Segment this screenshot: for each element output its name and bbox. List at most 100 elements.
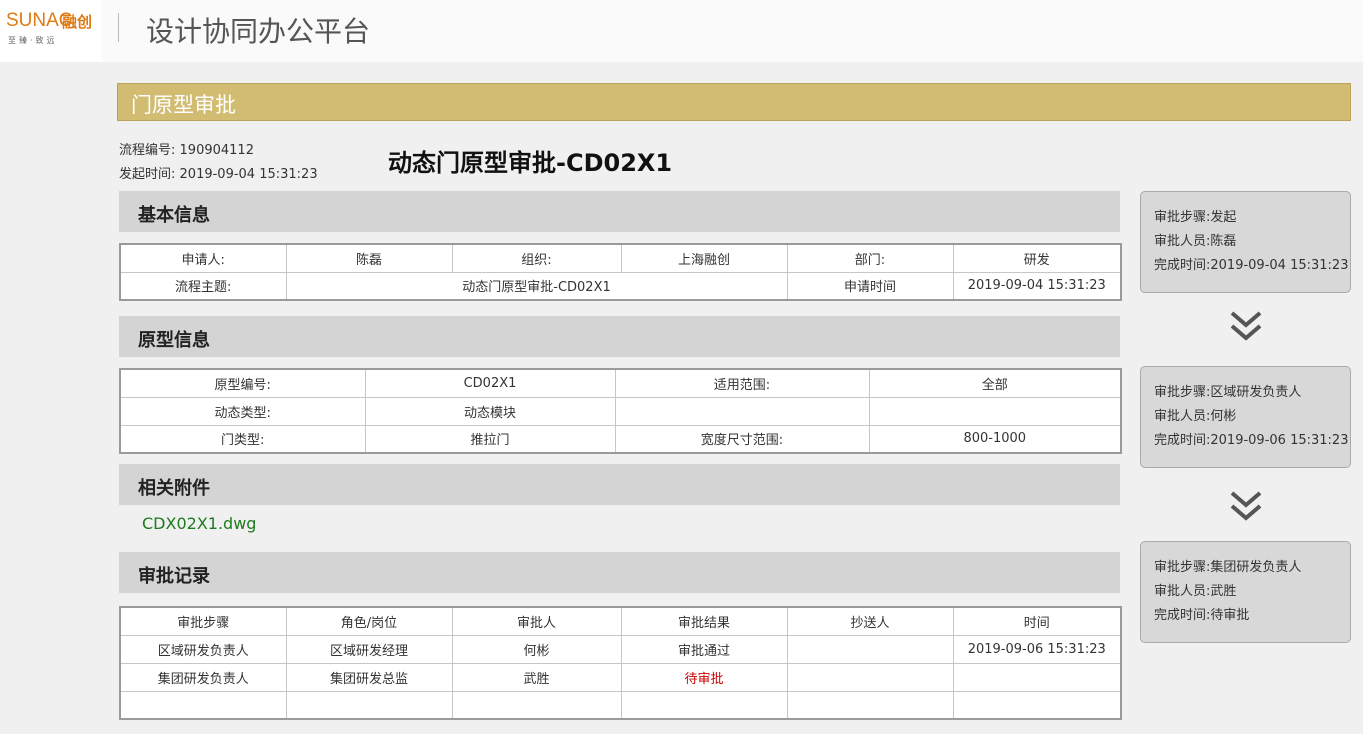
person-label: 审批人员: <box>1154 584 1211 599</box>
attachments-header: 相关附件 <box>119 464 1120 505</box>
dept-label: 部门: <box>786 243 954 273</box>
person-label: 审批人员: <box>1154 234 1211 249</box>
column-header: 角色/岗位 <box>285 606 453 636</box>
prototype-info-header: 原型信息 <box>119 316 1120 357</box>
table-row: 集团研发负责人 集团研发总监 武胜 待审批 <box>119 662 1122 692</box>
workflow-person-line: 审批人员:何彬 <box>1154 405 1350 429</box>
logo-slogan: 至臻·致远 <box>8 36 58 45</box>
record-time <box>952 662 1122 692</box>
column-header: 时间 <box>952 606 1122 636</box>
dynamic-type-value: 动态模块 <box>364 396 616 426</box>
workflow-step-line: 审批步骤:区域研发负责人 <box>1154 381 1350 405</box>
app-title: 设计协同办公平台 <box>146 15 371 48</box>
subject-label: 流程主题: <box>119 271 287 301</box>
step-label: 审批步骤: <box>1154 560 1211 575</box>
top-bar: SUNAC 融创 至臻·致远 设计协同办公平台 <box>0 0 1363 62</box>
step-value: 发起 <box>1210 210 1237 225</box>
empty-cell <box>285 690 453 720</box>
record-cc <box>786 634 954 664</box>
step-label: 审批步骤: <box>1154 385 1211 400</box>
time-value: 2019-09-04 15:31:23 <box>1210 258 1349 273</box>
person-value: 武胜 <box>1210 584 1237 599</box>
table-row: 门类型: 推拉门 宽度尺寸范围: 800-1000 <box>119 424 1122 454</box>
step-label: 审批步骤: <box>1154 210 1211 225</box>
dept-value: 研发 <box>952 243 1122 273</box>
basic-info-header: 基本信息 <box>119 191 1120 232</box>
approval-records-table: 审批步骤 角色/岗位 审批人 审批结果 抄送人 时间 区域研发负责人 区域研发经… <box>119 606 1122 720</box>
empty-cell <box>786 690 954 720</box>
workflow-step-card: 审批步骤:区域研发负责人 审批人员:何彬 完成时间:2019-09-06 15:… <box>1140 366 1351 468</box>
column-header: 审批人 <box>451 606 622 636</box>
double-chevron-down-icon <box>1230 491 1262 521</box>
workflow-step-line: 审批步骤:发起 <box>1154 206 1350 230</box>
person-label: 审批人员: <box>1154 409 1211 424</box>
start-time-label: 发起时间: <box>119 167 176 182</box>
table-row: 申请人: 陈磊 组织: 上海融创 部门: 研发 <box>119 243 1122 273</box>
scope-label: 适用范围: <box>614 368 870 398</box>
empty-cell <box>119 690 287 720</box>
applicant-value: 陈磊 <box>285 243 453 273</box>
workflow-time-line: 完成时间:2019-09-04 15:31:23 <box>1154 254 1350 278</box>
record-cc <box>786 662 954 692</box>
record-result-pending: 待审批 <box>620 662 788 692</box>
door-type-label: 门类型: <box>119 424 366 454</box>
workflow-time-line: 完成时间:2019-09-06 15:31:23 <box>1154 429 1350 453</box>
empty-cell <box>451 690 622 720</box>
dynamic-type-label: 动态类型: <box>119 396 366 426</box>
start-time-value: 2019-09-04 15:31:23 <box>179 167 318 182</box>
empty-cell <box>952 690 1122 720</box>
start-time: 发起时间: 2019-09-04 15:31:23 <box>119 163 318 182</box>
step-value: 集团研发负责人 <box>1210 560 1302 575</box>
record-result: 审批通过 <box>620 634 788 664</box>
workflow-person-line: 审批人员:武胜 <box>1154 580 1350 604</box>
table-row: 流程主题: 动态门原型审批-CD02X1 申请时间 2019-09-04 15:… <box>119 271 1122 301</box>
empty-cell <box>614 396 870 426</box>
time-label: 完成时间: <box>1154 608 1211 623</box>
logo-text-cn: 融创 <box>62 13 93 31</box>
width-range-label: 宽度尺寸范围: <box>614 424 870 454</box>
person-value: 陈磊 <box>1210 234 1237 249</box>
document-title: 动态门原型审批-CD02X1 <box>388 149 673 177</box>
table-row: 原型编号: CD02X1 适用范围: 全部 <box>119 368 1122 398</box>
column-header: 审批步骤 <box>119 606 287 636</box>
record-time: 2019-09-06 15:31:23 <box>952 634 1122 664</box>
workflow-person-line: 审批人员:陈磊 <box>1154 230 1350 254</box>
scope-value: 全部 <box>868 368 1122 398</box>
column-header: 抄送人 <box>786 606 954 636</box>
workflow-step-line: 审批步骤:集团研发负责人 <box>1154 556 1350 580</box>
record-step: 集团研发负责人 <box>119 662 287 692</box>
empty-cell <box>868 396 1122 426</box>
empty-cell <box>620 690 788 720</box>
basic-info-title: 基本信息 <box>138 205 210 226</box>
table-row <box>119 690 1122 720</box>
org-value: 上海融创 <box>620 243 788 273</box>
record-role: 区域研发经理 <box>285 634 453 664</box>
time-label: 完成时间: <box>1154 433 1211 448</box>
table-header-row: 审批步骤 角色/岗位 审批人 审批结果 抄送人 时间 <box>119 606 1122 636</box>
width-range-value: 800-1000 <box>868 424 1122 454</box>
section-banner: 门原型审批 <box>117 83 1351 121</box>
time-label: 完成时间: <box>1154 258 1211 273</box>
record-approver: 武胜 <box>451 662 622 692</box>
attachment-link[interactable]: CDX02X1.dwg <box>142 514 256 533</box>
apply-time-value: 2019-09-04 15:31:23 <box>952 271 1122 301</box>
sunac-logo[interactable]: SUNAC 融创 至臻·致远 <box>0 0 102 62</box>
basic-info-table: 申请人: 陈磊 组织: 上海融创 部门: 研发 流程主题: 动态门原型审批-CD… <box>119 243 1122 301</box>
door-type-value: 推拉门 <box>364 424 616 454</box>
time-value: 2019-09-06 15:31:23 <box>1210 433 1349 448</box>
header-divider <box>118 13 119 42</box>
step-value: 区域研发负责人 <box>1210 385 1302 400</box>
approval-records-title: 审批记录 <box>138 566 210 587</box>
flow-number: 流程编号: 190904112 <box>119 139 254 158</box>
apply-time-label: 申请时间 <box>786 271 954 301</box>
flow-number-label: 流程编号: <box>119 143 176 158</box>
section-banner-title: 门原型审批 <box>131 93 236 117</box>
workflow-step-card: 审批步骤:集团研发负责人 审批人员:武胜 完成时间:待审批 <box>1140 541 1351 643</box>
record-approver: 何彬 <box>451 634 622 664</box>
record-step: 区域研发负责人 <box>119 634 287 664</box>
person-value: 何彬 <box>1210 409 1237 424</box>
record-role: 集团研发总监 <box>285 662 453 692</box>
applicant-label: 申请人: <box>119 243 287 273</box>
flow-number-value: 190904112 <box>179 143 254 158</box>
column-header: 审批结果 <box>620 606 788 636</box>
